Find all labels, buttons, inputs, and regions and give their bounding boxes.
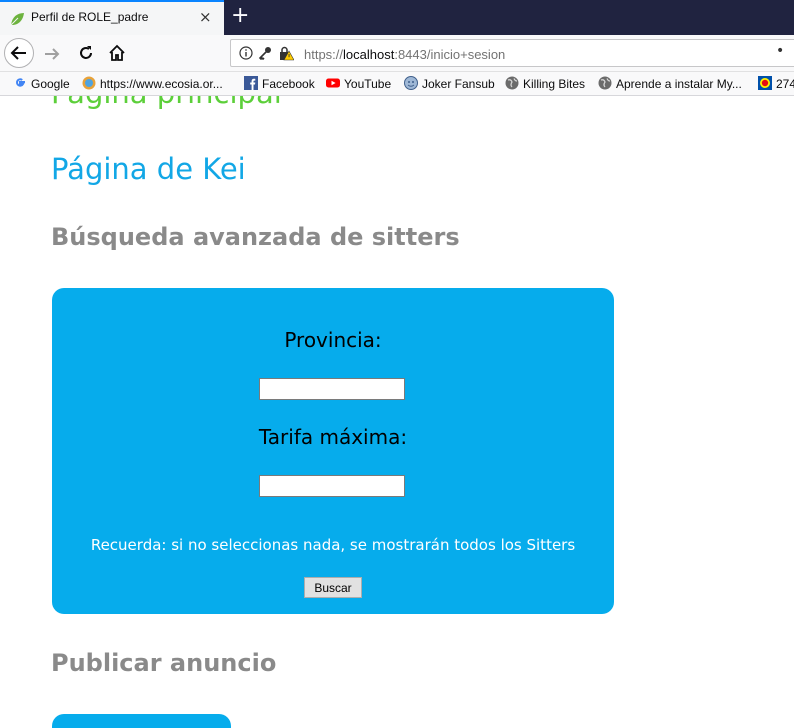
bookmark-lidl[interactable]: 274 [758,76,794,92]
facebook-icon [244,76,258,90]
key-icon[interactable] [258,46,272,60]
overflow-indicator: • [776,43,785,59]
reload-icon[interactable] [76,43,96,63]
tab-title: Perfil de ROLE_padre [31,10,149,24]
bookmark-aprende-instalar[interactable]: Aprende a instalar My... [598,76,742,92]
navigation-toolbar: https://localhost:8443/inicio+sesion • [0,35,794,72]
url-host: localhost [343,47,395,62]
publish-ad-form [52,714,231,728]
bookmarks-toolbar: Google https://www.ecosia.or... Facebook… [0,72,794,96]
url-scheme: https:// [304,47,344,62]
forward-icon[interactable] [42,44,62,64]
bookmark-youtube[interactable]: YouTube [326,76,391,92]
bookmark-label: 274 [776,77,794,91]
bookmark-facebook[interactable]: Facebook [244,76,315,92]
provincia-label: Provincia: [284,328,382,352]
tab-strip: Perfil de ROLE_padre × + [0,0,794,35]
youtube-icon [326,78,340,88]
advanced-search-heading: Búsqueda avanzada de sitters [51,223,460,251]
main-page-link[interactable]: Página principal [51,96,282,110]
joker-icon [404,76,418,90]
close-tab-icon[interactable]: × [199,10,212,25]
tarifa-maxima-label: Tarifa máxima: [258,425,408,449]
tab-active[interactable]: Perfil de ROLE_padre × [0,0,224,35]
page-content: Página principal Página de Kei Búsqueda … [0,96,794,728]
bookmark-ecosia[interactable]: https://www.ecosia.or... [82,76,223,92]
google-icon [16,78,25,87]
lidl-icon [758,76,772,90]
new-tab-icon[interactable]: + [231,4,249,28]
back-button[interactable] [4,38,34,68]
leaf-icon [10,13,24,26]
url-text[interactable]: https://localhost:8443/inicio+sesion [304,47,505,62]
bookmark-joker-fansub[interactable]: Joker Fansub [404,76,495,92]
bookmark-label: Facebook [262,77,315,91]
provincia-input[interactable] [259,378,405,400]
bookmark-label: YouTube [344,77,392,91]
bookmark-label: Killing Bites [523,77,586,91]
url-bar[interactable]: https://localhost:8443/inicio+sesion • [230,39,794,67]
info-icon[interactable] [239,46,253,60]
globe-icon [598,76,612,90]
bookmark-label: Aprende a instalar My... [616,77,742,91]
globe-icon [505,76,519,90]
bookmark-killing-bites[interactable]: Killing Bites [505,76,585,92]
search-form: Provincia: Tarifa máxima: Recuerda: si n… [52,288,614,614]
home-icon[interactable] [107,43,127,63]
tarifa-maxima-input[interactable] [259,475,405,497]
bookmark-label: https://www.ecosia.or... [100,77,223,91]
arrow-left-icon [10,46,26,60]
ecosia-icon [82,76,96,90]
url-path: :8443/inicio+sesion [394,47,506,62]
insecure-lock-warning-icon[interactable] [278,45,294,61]
bookmark-label: Google [31,77,70,91]
search-hint: Recuerda: si no seleccionas nada, se mos… [90,536,576,554]
bookmark-google[interactable]: Google [13,76,70,92]
bookmark-label: Joker Fansub [422,77,495,91]
kei-page-link[interactable]: Página de Kei [51,152,246,186]
buscar-button[interactable]: Buscar [304,577,362,598]
publish-ad-heading: Publicar anuncio [51,649,277,677]
